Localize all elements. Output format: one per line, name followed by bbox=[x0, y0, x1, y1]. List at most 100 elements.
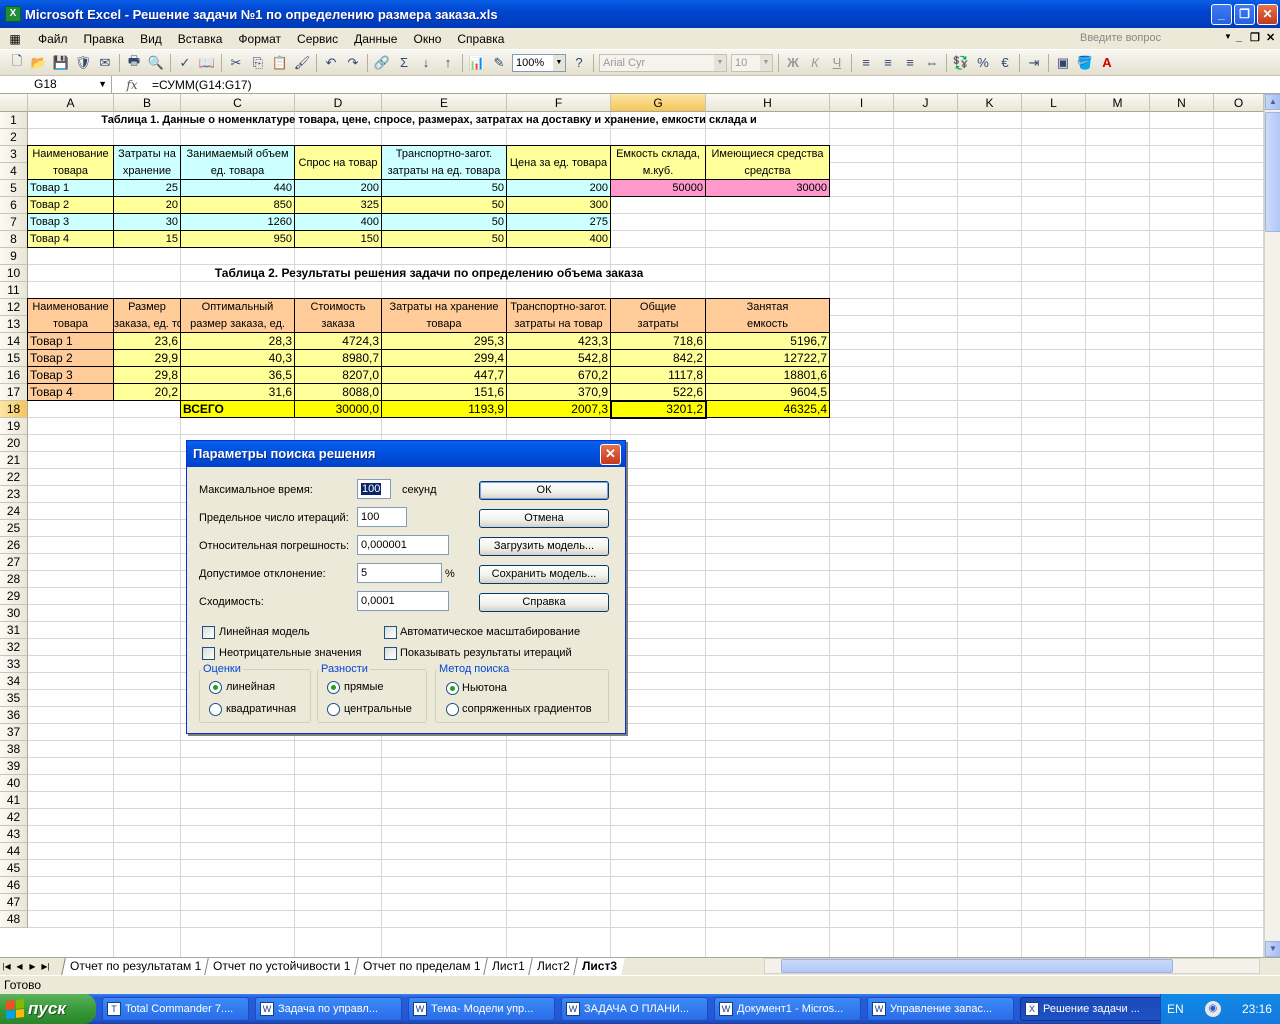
italic-button[interactable]: К bbox=[804, 52, 826, 74]
result-cell[interactable]: 20,2 bbox=[113, 383, 181, 401]
row-header-27[interactable]: 27 bbox=[0, 554, 28, 571]
sort-descending-icon[interactable]: ↑ bbox=[437, 52, 459, 74]
doc-restore-button[interactable]: ❐ bbox=[1250, 31, 1260, 44]
value-cell[interactable]: 400 bbox=[294, 213, 382, 231]
doc-close-button[interactable]: ✕ bbox=[1266, 31, 1275, 44]
vertical-scrollbar[interactable]: ▲ ▼ bbox=[1264, 94, 1280, 957]
max-time-input[interactable]: 100 bbox=[357, 479, 391, 499]
result-cell[interactable]: 9604,5 bbox=[705, 383, 830, 401]
row-header-45[interactable]: 45 bbox=[0, 860, 28, 877]
value-cell[interactable]: 50000 bbox=[610, 179, 706, 197]
product-name-cell[interactable]: Товар 3 bbox=[27, 213, 114, 231]
euro-icon[interactable]: € bbox=[994, 52, 1016, 74]
precision-input[interactable]: 0,000001 bbox=[357, 535, 449, 555]
value-cell[interactable]: 200 bbox=[506, 179, 611, 197]
help-button[interactable]: Справка bbox=[479, 593, 609, 612]
task-excel[interactable]: X Решение задачи ... bbox=[1020, 997, 1167, 1021]
value-cell[interactable]: 20 bbox=[113, 196, 181, 214]
result-cell[interactable]: 718,6 bbox=[610, 332, 706, 350]
product-name-cell[interactable]: Товар 2 bbox=[27, 196, 114, 214]
row-header-23[interactable]: 23 bbox=[0, 486, 28, 503]
result-cell[interactable]: 29,9 bbox=[113, 349, 181, 367]
save-icon[interactable]: 💾 bbox=[50, 52, 72, 74]
result-cell[interactable]: 295,3 bbox=[381, 332, 507, 350]
tab-sheet2[interactable]: Лист2 bbox=[528, 958, 578, 975]
value-cell[interactable]: 30000 bbox=[705, 179, 830, 197]
search-newton-radio[interactable] bbox=[446, 682, 459, 695]
autosum-icon[interactable]: Σ bbox=[393, 52, 415, 74]
row-header-6[interactable]: 6 bbox=[0, 197, 28, 214]
row-header-42[interactable]: 42 bbox=[0, 809, 28, 826]
currency-icon[interactable]: 💱 bbox=[950, 52, 972, 74]
derivatives-forward-radio[interactable] bbox=[327, 681, 340, 694]
autoscale-checkbox[interactable] bbox=[384, 626, 397, 639]
row-header-37[interactable]: 37 bbox=[0, 724, 28, 741]
row-header-18[interactable]: 18 bbox=[0, 401, 28, 418]
value-cell[interactable]: 30 bbox=[113, 213, 181, 231]
row-header-39[interactable]: 39 bbox=[0, 758, 28, 775]
load-model-button[interactable]: Загрузить модель... bbox=[479, 537, 609, 556]
row-header-48[interactable]: 48 bbox=[0, 911, 28, 928]
row-header-28[interactable]: 28 bbox=[0, 571, 28, 588]
close-button[interactable]: ✕ bbox=[1257, 4, 1278, 25]
derivatives-central-radio[interactable] bbox=[327, 703, 340, 716]
fill-color-icon[interactable]: 🪣 bbox=[1074, 52, 1096, 74]
network-icon[interactable]: ◉ bbox=[1204, 1001, 1221, 1017]
value-cell[interactable]: 15 bbox=[113, 230, 181, 248]
tolerance-input[interactable]: 5 bbox=[357, 563, 442, 583]
result-cell[interactable]: 151,6 bbox=[381, 383, 507, 401]
result-cell[interactable]: 4724,3 bbox=[294, 332, 382, 350]
value-cell[interactable]: 300 bbox=[506, 196, 611, 214]
scroll-up-icon[interactable]: ▲ bbox=[1265, 94, 1280, 110]
tab-sheet1[interactable]: Лист1 bbox=[483, 958, 533, 975]
result-cell[interactable]: 8088,0 bbox=[294, 383, 382, 401]
first-sheet-icon[interactable]: |◀ bbox=[0, 962, 13, 971]
menu-tools[interactable]: Сервис bbox=[289, 32, 346, 46]
underline-button[interactable]: Ч bbox=[826, 52, 848, 74]
prev-sheet-icon[interactable]: ◀ bbox=[13, 962, 26, 971]
scroll-thumb[interactable] bbox=[1265, 112, 1280, 232]
column-header-l[interactable]: L bbox=[1022, 94, 1086, 112]
iterations-input[interactable]: 100 bbox=[357, 507, 407, 527]
value-cell[interactable]: 275 bbox=[506, 213, 611, 231]
cut-icon[interactable]: ✂ bbox=[225, 52, 247, 74]
result-cell[interactable]: 542,8 bbox=[506, 349, 611, 367]
row-header-46[interactable]: 46 bbox=[0, 877, 28, 894]
result-cell[interactable]: 36,5 bbox=[180, 366, 295, 384]
scroll-down-icon[interactable]: ▼ bbox=[1265, 941, 1280, 957]
nonnegative-checkbox[interactable] bbox=[202, 647, 215, 660]
result-cell[interactable]: 670,2 bbox=[506, 366, 611, 384]
menu-view[interactable]: Вид bbox=[132, 32, 170, 46]
horizontal-scrollbar[interactable] bbox=[764, 958, 1260, 974]
copy-icon[interactable]: ⎘ bbox=[247, 52, 269, 74]
total-label-cell[interactable]: ВСЕГО bbox=[180, 400, 295, 418]
result-cell[interactable]: 522,6 bbox=[610, 383, 706, 401]
product-name-cell[interactable]: Товар 1 bbox=[27, 332, 114, 350]
column-header-a[interactable]: A bbox=[28, 94, 114, 112]
row-header-41[interactable]: 41 bbox=[0, 792, 28, 809]
result-cell[interactable]: 5196,7 bbox=[705, 332, 830, 350]
row-header-32[interactable]: 32 bbox=[0, 639, 28, 656]
row-header-44[interactable]: 44 bbox=[0, 843, 28, 860]
value-cell[interactable]: 50 bbox=[381, 230, 507, 248]
result-cell[interactable]: 8207,0 bbox=[294, 366, 382, 384]
menu-edit[interactable]: Правка bbox=[76, 32, 133, 46]
column-header-e[interactable]: E bbox=[382, 94, 507, 112]
doc-minimize-button[interactable]: _ bbox=[1236, 31, 1242, 43]
tab-results-report[interactable]: Отчет по результатам 1 bbox=[61, 958, 210, 975]
new-icon[interactable]: 🗋 bbox=[6, 52, 28, 74]
result-cell[interactable]: 12722,7 bbox=[705, 349, 830, 367]
ok-button[interactable]: ОК bbox=[479, 481, 609, 500]
help-question-box[interactable]: Введите вопрос bbox=[1078, 30, 1218, 47]
borders-icon[interactable]: ▣ bbox=[1052, 52, 1074, 74]
search-conjugate-radio[interactable] bbox=[446, 703, 459, 716]
row-header-43[interactable]: 43 bbox=[0, 826, 28, 843]
total-value-cell[interactable]: 1193,9 bbox=[381, 400, 507, 418]
menu-help[interactable]: Справка bbox=[449, 32, 512, 46]
value-cell[interactable]: 440 bbox=[180, 179, 295, 197]
column-header-n[interactable]: N bbox=[1150, 94, 1214, 112]
row-header-26[interactable]: 26 bbox=[0, 537, 28, 554]
value-cell[interactable]: 950 bbox=[180, 230, 295, 248]
row-header-19[interactable]: 19 bbox=[0, 418, 28, 435]
row-header-22[interactable]: 22 bbox=[0, 469, 28, 486]
